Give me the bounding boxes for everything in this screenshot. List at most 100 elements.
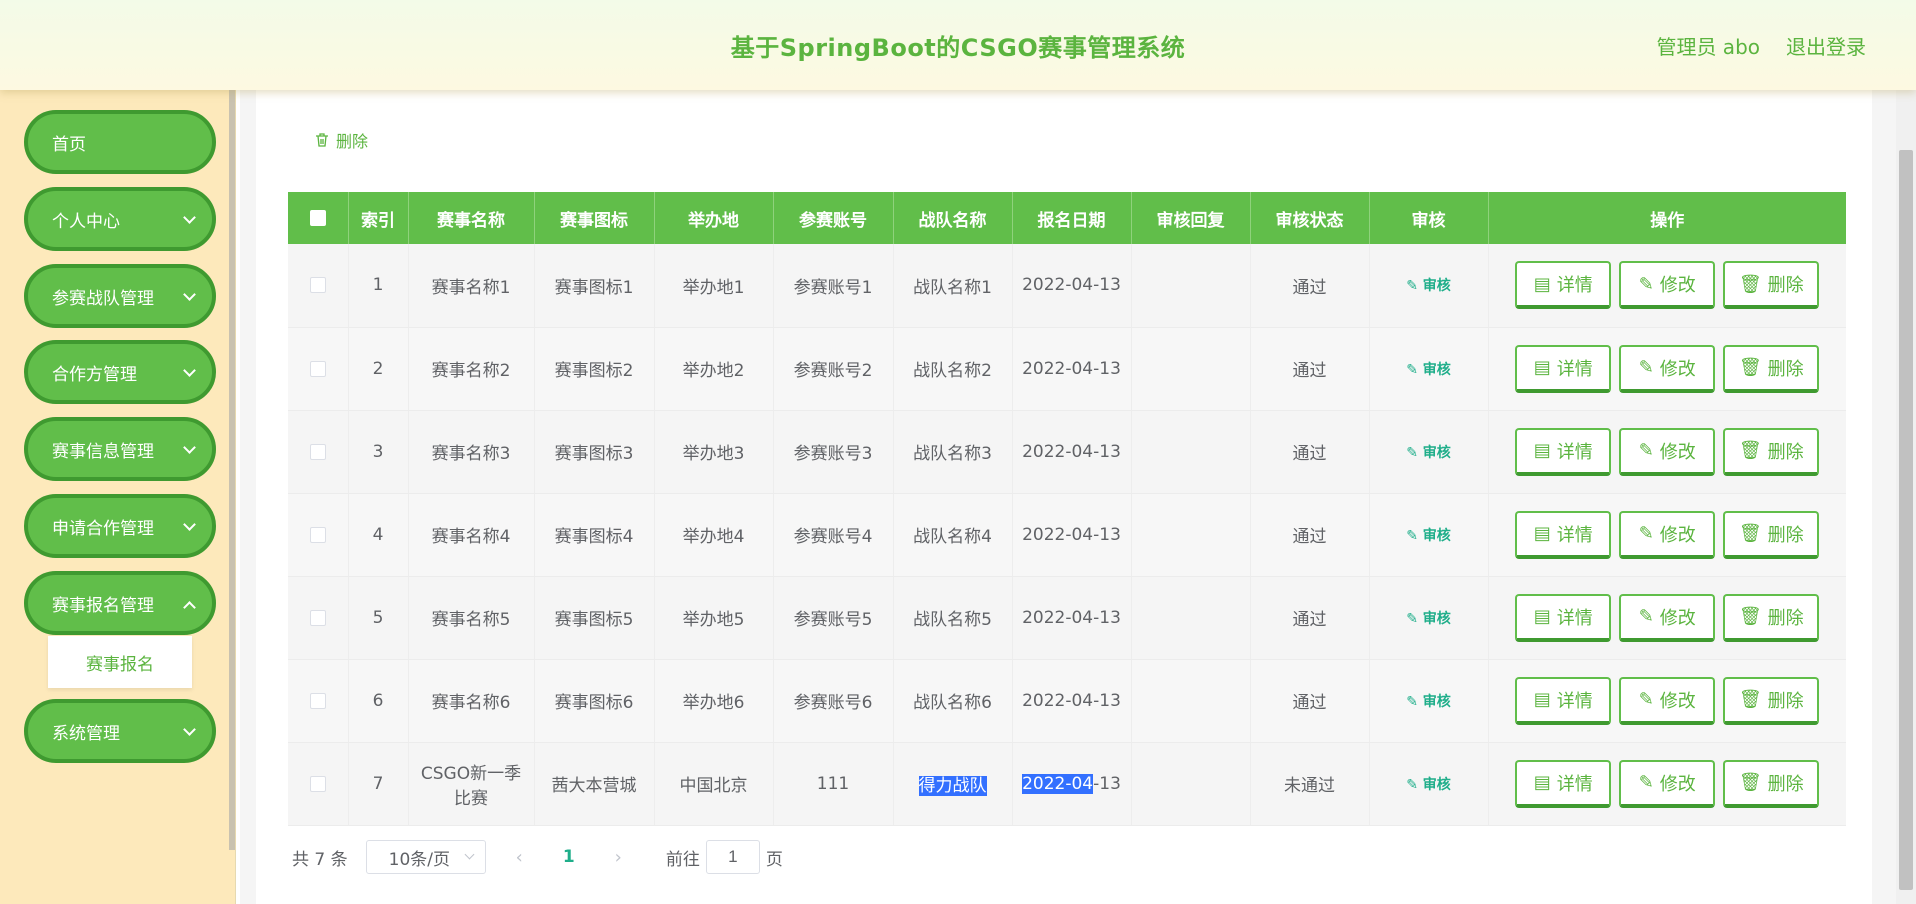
prev-page-button[interactable]: ‹ [516, 847, 523, 868]
sidebar-item-cooperation-apply[interactable]: 申请合作管理 [24, 494, 216, 558]
edit-button[interactable]: ✎ 修改 [1619, 759, 1716, 808]
detail-button[interactable]: ▤ 详情 [1515, 261, 1612, 310]
cell-actions: ▤ 详情 ✎ 修改 🗑 删除 [1488, 576, 1846, 660]
row-select-cell [288, 742, 349, 826]
delete-button[interactable]: 🗑 删除 [1723, 344, 1820, 393]
page-size-select[interactable]: 10条/页 [365, 840, 486, 874]
audit-link[interactable]: ✎ 审核 [1406, 445, 1451, 461]
cell-event-icon-text: 赛事图标1 [554, 277, 634, 298]
cell-reply [1131, 244, 1251, 328]
row-checkbox[interactable] [309, 443, 326, 460]
cell-status: 通过 [1250, 493, 1370, 577]
cell-event-name: 赛事名称3 [408, 410, 535, 494]
cell-event-name-text: 赛事名称6 [431, 693, 511, 713]
edit-label: 修改 [1659, 524, 1696, 546]
edit-icon: ✎ [1638, 689, 1654, 710]
detail-button[interactable]: ▤ 详情 [1515, 427, 1612, 476]
document-icon: ▤ [1533, 440, 1551, 461]
edit-button[interactable]: ✎ 修改 [1619, 676, 1716, 725]
row-checkbox[interactable] [309, 277, 326, 294]
select-all-checkbox[interactable] [309, 210, 326, 226]
page-number[interactable]: 1 [563, 847, 575, 867]
delete-button[interactable]: 🗑 删除 [1723, 427, 1820, 476]
detail-button[interactable]: ▤ 详情 [1515, 759, 1612, 808]
cell-date: 2022-04-13 [1012, 742, 1132, 826]
logout-link[interactable]: 退出登录 [1786, 31, 1866, 60]
sidebar-item-personal-center[interactable]: 个人中心 [24, 187, 216, 251]
row-checkbox[interactable] [309, 526, 326, 543]
sidebar-item-label: 申请合作管理 [52, 518, 154, 539]
cell-venue-text: 举办地3 [682, 444, 745, 464]
sidebar-item-partner-management[interactable]: 合作方管理 [24, 340, 216, 404]
sidebar-subitem-registration[interactable]: 赛事报名 [48, 636, 192, 688]
edit-button[interactable]: ✎ 修改 [1619, 427, 1716, 476]
cell-status: 通过 [1250, 410, 1370, 494]
sidebar-scrollbar[interactable] [229, 90, 235, 850]
audit-link[interactable]: ✎ 审核 [1406, 694, 1451, 710]
cell-date: 2022-04-13 [1012, 244, 1132, 328]
delete-button[interactable]: 🗑 删除 [1723, 759, 1820, 808]
row-select-cell [288, 410, 349, 494]
cell-index-text: 2 [372, 358, 384, 379]
table-row: 2 赛事名称2 赛事图标2 举办地2 参赛账号2 战队名称2 2022-04-13 通过 ✎ 审… [288, 327, 1846, 411]
delete-label: 删除 [1767, 524, 1804, 546]
sidebar-item-home[interactable]: 首页 [24, 110, 216, 174]
delete-button[interactable]: 🗑 删除 [1723, 593, 1820, 642]
batch-delete-button[interactable]: 删除 [314, 128, 368, 152]
sidebar-item-registration-management[interactable]: 赛事报名管理 [24, 571, 216, 635]
cell-venue-text: 举办地2 [682, 361, 745, 381]
sidebar-item-system-management[interactable]: 系统管理 [24, 699, 216, 763]
audit-link[interactable]: ✎ 审核 [1406, 777, 1451, 793]
table-row: 6 赛事名称6 赛事图标6 举办地6 参赛账号6 战队名称6 2022-04-13 通过 ✎ 审… [288, 659, 1846, 743]
cell-index: 7 [348, 742, 409, 826]
trash-icon: 🗑 [1738, 357, 1762, 378]
cell-team-name-text: 战队名称4 [913, 527, 992, 547]
cell-audit: ✎ 审核 [1369, 659, 1489, 743]
audit-link[interactable]: ✎ 审核 [1406, 278, 1451, 294]
delete-button[interactable]: 🗑 删除 [1723, 261, 1820, 310]
audit-label: 审核 [1422, 776, 1451, 793]
row-checkbox[interactable] [309, 775, 326, 792]
sidebar-item-team-management[interactable]: 参赛战队管理 [24, 264, 216, 328]
col-header-team-name: 战队名称 [893, 192, 1013, 244]
scrollbar-thumb[interactable] [1899, 150, 1913, 890]
cell-status: 未通过 [1250, 742, 1370, 826]
edit-button[interactable]: ✎ 修改 [1619, 510, 1716, 559]
row-checkbox[interactable] [309, 609, 326, 626]
audit-link[interactable]: ✎ 审核 [1406, 528, 1451, 544]
row-checkbox[interactable] [309, 692, 326, 709]
document-icon: ▤ [1533, 772, 1551, 793]
delete-button[interactable]: 🗑 删除 [1723, 676, 1820, 725]
sidebar-item-event-info[interactable]: 赛事信息管理 [24, 417, 216, 481]
edit-button[interactable]: ✎ 修改 [1619, 344, 1716, 393]
next-page-button[interactable]: › [615, 847, 622, 868]
cell-actions: ▤ 详情 ✎ 修改 🗑 删除 [1488, 493, 1846, 577]
audit-label: 审核 [1422, 527, 1451, 544]
cell-venue-text: 举办地1 [682, 277, 745, 298]
edit-button[interactable]: ✎ 修改 [1619, 261, 1716, 310]
cell-event-name: 赛事名称6 [408, 659, 535, 743]
page-scrollbar[interactable] [1896, 90, 1916, 904]
audit-link[interactable]: ✎ 审核 [1406, 611, 1451, 627]
detail-button[interactable]: ▤ 详情 [1515, 593, 1612, 642]
delete-button[interactable]: 🗑 删除 [1723, 510, 1820, 559]
document-icon: ▤ [1533, 523, 1551, 544]
trash-icon: 🗑 [1738, 606, 1762, 627]
edit-icon: ✎ [1638, 523, 1654, 544]
audit-label: 审核 [1422, 693, 1451, 710]
edit-button[interactable]: ✎ 修改 [1619, 593, 1716, 642]
row-select-cell [288, 659, 349, 743]
detail-button[interactable]: ▤ 详情 [1515, 344, 1612, 393]
row-checkbox[interactable] [309, 360, 326, 377]
audit-label: 审核 [1422, 610, 1451, 627]
cell-team-name: 战队名称4 [893, 493, 1013, 577]
cell-team-name-text: 得力战队 [918, 776, 987, 796]
detail-label: 详情 [1556, 690, 1593, 712]
audit-link[interactable]: ✎ 审核 [1406, 362, 1451, 378]
cell-index-text: 1 [372, 275, 384, 296]
detail-button[interactable]: ▤ 详情 [1515, 676, 1612, 725]
goto-page-input[interactable] [705, 840, 760, 874]
detail-button[interactable]: ▤ 详情 [1515, 510, 1612, 559]
edit-icon: ✎ [1638, 606, 1654, 627]
cell-event-icon-text: 赛事图标6 [554, 693, 634, 713]
